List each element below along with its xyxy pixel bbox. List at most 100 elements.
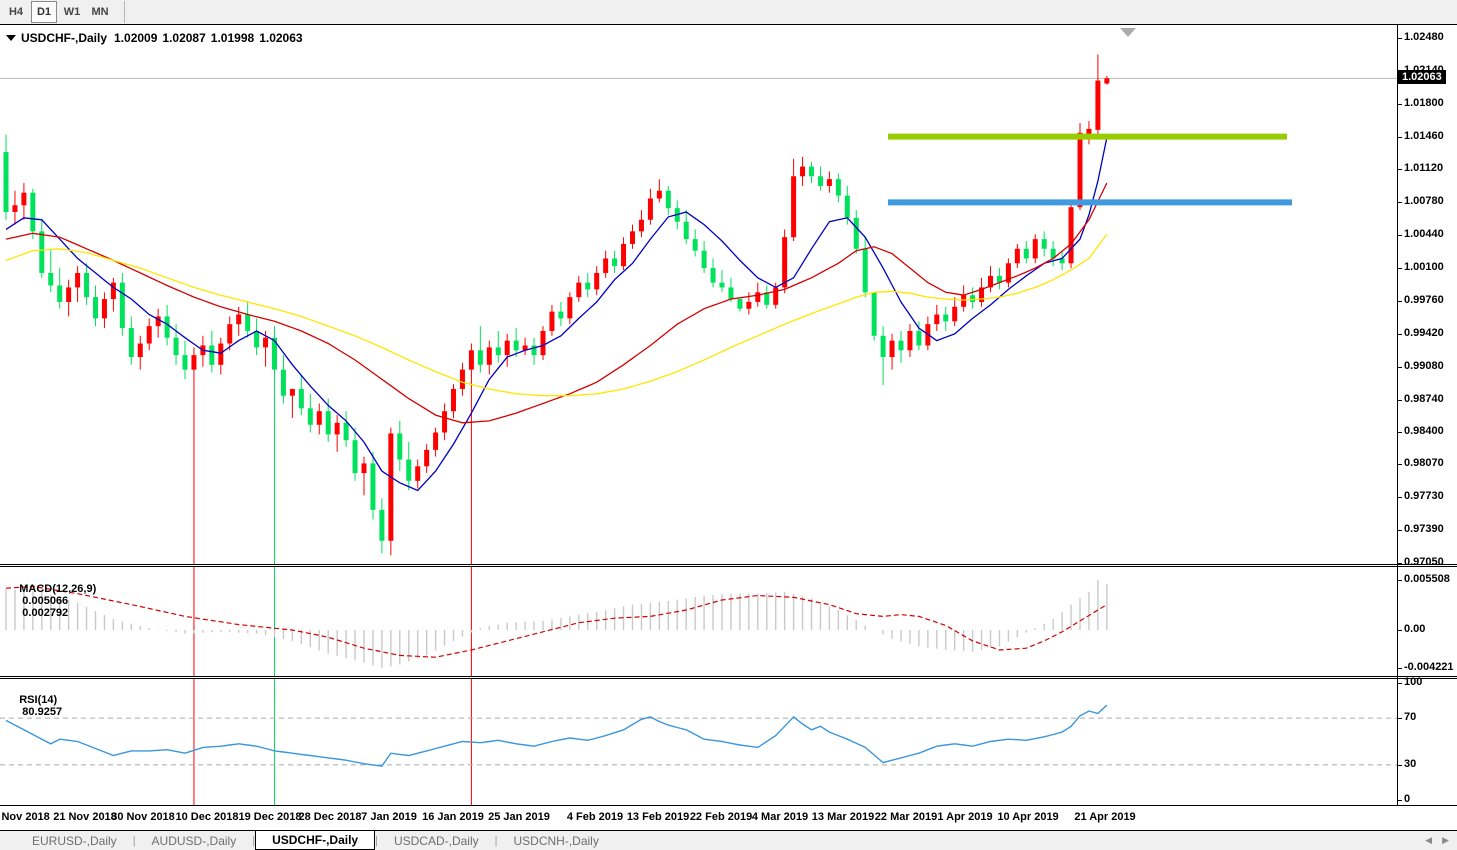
candle-body [344,423,349,440]
candle-body [1104,78,1109,83]
candle-body [102,299,107,318]
date-tick-label: 4 Mar 2019 [752,811,808,823]
candle-body [1033,239,1038,258]
date-tick-label: 22 Feb 2019 [690,811,752,823]
ohlc-high: 1.02087 [162,31,205,45]
support-line[interactable] [888,199,1292,205]
candle-body [514,341,519,351]
date-tick-label: 16 Jan 2019 [422,811,484,823]
candle-body [39,231,44,273]
macd-label: MACD(12,26,9) 0.005066 0.002792 [7,571,96,631]
candle-body [30,193,35,232]
candle-body [111,283,116,299]
macd-tick-label: 0.005508 [1404,573,1450,585]
candle-body [388,433,393,540]
rsi-tick-label: 30 [1404,758,1416,770]
candle-body [693,239,698,251]
time-axis-border [0,805,1457,806]
tab-scroll-right-icon[interactable]: ▶ [1442,835,1449,846]
candle-body [881,336,886,357]
candle-body [129,328,134,357]
candle-body [1078,133,1083,207]
candle-body [755,292,760,302]
rsi-line [6,705,1107,766]
candle-body [666,191,671,208]
price-tick-label: 0.97730 [1404,490,1444,502]
candle-body [469,350,474,369]
chart-tab-usdchf[interactable]: USDCHF-,Daily [255,831,375,850]
candle-body [183,355,188,370]
chart-title: USDCHF-,Daily 1.02009 1.02087 1.01998 1.… [6,31,303,45]
candle-body [585,283,590,290]
time-axis[interactable]: 12 Nov 201821 Nov 201830 Nov 201810 Dec … [0,806,1457,830]
macd-name: MACD(12,26,9) [19,583,96,595]
timeframe-button-d1[interactable]: D1 [31,1,57,23]
candle-body [576,283,581,298]
candle-body [827,179,832,186]
candle-body [711,268,716,283]
rsi-name: RSI(14) [19,694,57,706]
price-tick-label: 1.00780 [1404,195,1444,207]
candle-body [335,423,340,435]
timeframe-button-w1[interactable]: W1 [59,1,85,23]
price-tick-label: 0.98070 [1404,457,1444,469]
candle-body [818,176,823,186]
price-chart-canvas[interactable] [0,0,1457,849]
candle-body [630,231,635,244]
date-tick-label: 7 Jan 2019 [361,811,417,823]
candle-body [702,251,707,268]
candle-body [487,347,492,364]
candle-body [720,283,725,288]
candle-body [934,315,939,325]
candle-body [773,287,778,304]
candle-body [415,466,420,481]
tab-scroll-left-icon[interactable]: ◀ [1425,835,1432,846]
candle-body [317,411,322,425]
macd-tick-label: -0.004221 [1404,661,1454,673]
chart-tabbar: EURUSD-,Daily|AUDUSD-,Daily|USDCHF-,Dail… [0,830,1457,850]
candle-body [845,196,850,218]
candle-body [496,347,501,355]
rsi-tick-label: 70 [1404,711,1416,723]
candle-body [48,273,53,286]
candle-body [254,331,259,347]
price-tick-label: 0.99760 [1404,294,1444,306]
chart-tab-audusd[interactable]: AUDUSD-,Daily [136,831,253,850]
candle-body [1042,239,1047,249]
candle-body [952,307,957,322]
symbol-dropdown-icon[interactable] [6,35,16,41]
candle-body [549,312,554,331]
chart-shift-marker-icon[interactable] [1120,28,1136,37]
resistance-line[interactable] [888,134,1287,140]
candle-body [290,389,295,396]
price-tick-label: 0.97390 [1404,523,1444,535]
candle-body [594,273,599,289]
candle-body [621,244,626,266]
current-price-badge: 1.02063 [1398,70,1446,84]
date-tick-label: 4 Feb 2019 [567,811,623,823]
date-tick-label: 10 Apr 2019 [997,811,1058,823]
candle-body [308,408,313,424]
candle-body [21,193,26,206]
candle-body [505,341,510,356]
candle-body [916,331,921,346]
candle-body [657,191,662,199]
candle-body [236,315,241,325]
candle-body [1015,249,1020,264]
macd-signal-value: 0.002792 [22,607,68,619]
chart-tab-usdcad[interactable]: USDCAD-,Daily [378,831,495,850]
timeframe-button-h4[interactable]: H4 [3,1,29,23]
candle-body [460,370,465,389]
candle-body [451,389,456,411]
candle-body [424,450,429,466]
candle-body [791,176,796,237]
chart-tab-eurusd[interactable]: EURUSD-,Daily [16,831,133,850]
candle-body [684,222,689,239]
candle-body [12,205,17,212]
chart-tab-usdcnh[interactable]: USDCNH-,Daily [498,831,615,850]
timeframe-button-mn[interactable]: MN [87,1,113,23]
candle-body [174,338,179,355]
candle-body [75,273,80,288]
candle-body [1069,207,1074,263]
candle-body [84,273,89,297]
